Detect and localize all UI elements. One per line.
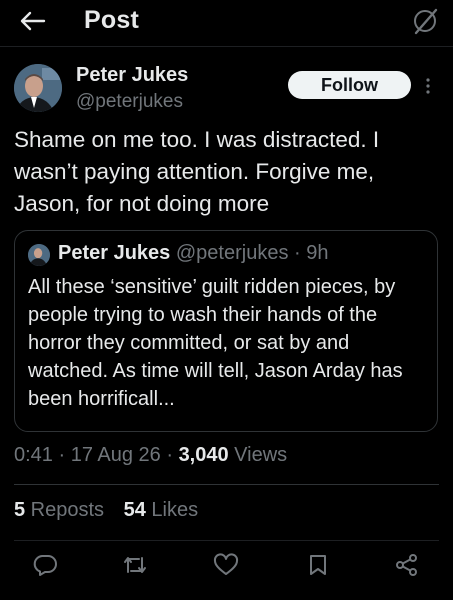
quoted-post[interactable]: Peter Jukes @peterjukes · 9h All these ‘… (14, 230, 438, 432)
likes-stat[interactable]: 54 Likes (124, 499, 199, 521)
views-count: 3,040 (178, 444, 229, 466)
author-name[interactable]: Peter Jukes (76, 64, 188, 87)
follow-button[interactable]: Follow (288, 71, 411, 99)
post-timestamp: 0:41 · 17 Aug 26 · 3,040 Views (14, 444, 287, 467)
quoted-author-name: Peter Jukes (58, 242, 171, 264)
reposts-stat[interactable]: 5 Reposts (14, 499, 104, 521)
divider (14, 484, 439, 485)
author-handle[interactable]: @peterjukes (76, 91, 183, 113)
engagement-stats: 5 Reposts 54 Likes (14, 499, 198, 522)
bookmark-icon[interactable] (305, 553, 331, 577)
like-icon[interactable] (213, 553, 239, 577)
reposts-label: Reposts (25, 499, 105, 521)
post-text: Shame on me too. I was distracted. I was… (14, 127, 380, 216)
quoted-meta: @peterjukes · 9h (175, 242, 329, 264)
repost-icon[interactable] (122, 553, 148, 577)
page-title: Post (84, 6, 139, 34)
reposts-count: 5 (14, 499, 26, 521)
time-date: 0:41 · 17 Aug 26 · (14, 444, 179, 466)
author-avatar[interactable] (14, 64, 62, 112)
likes-count: 54 (123, 499, 146, 521)
reply-icon[interactable] (32, 553, 58, 577)
grok-icon[interactable] (411, 7, 439, 35)
more-options-icon[interactable] (424, 76, 432, 96)
arrow-left-icon[interactable] (18, 9, 46, 33)
share-icon[interactable] (394, 553, 420, 577)
quoted-header: Peter Jukes @peterjukes · 9h (58, 242, 328, 265)
avatar-photo (14, 64, 62, 112)
divider (14, 540, 439, 541)
quoted-avatar (28, 244, 50, 266)
top-bar: Post (0, 0, 453, 47)
quoted-text: All these ‘sensitive’ guilt ridden piece… (28, 276, 403, 410)
likes-label: Likes (145, 499, 199, 521)
quoted-avatar-photo (28, 244, 50, 266)
views-label: Views (228, 444, 288, 466)
